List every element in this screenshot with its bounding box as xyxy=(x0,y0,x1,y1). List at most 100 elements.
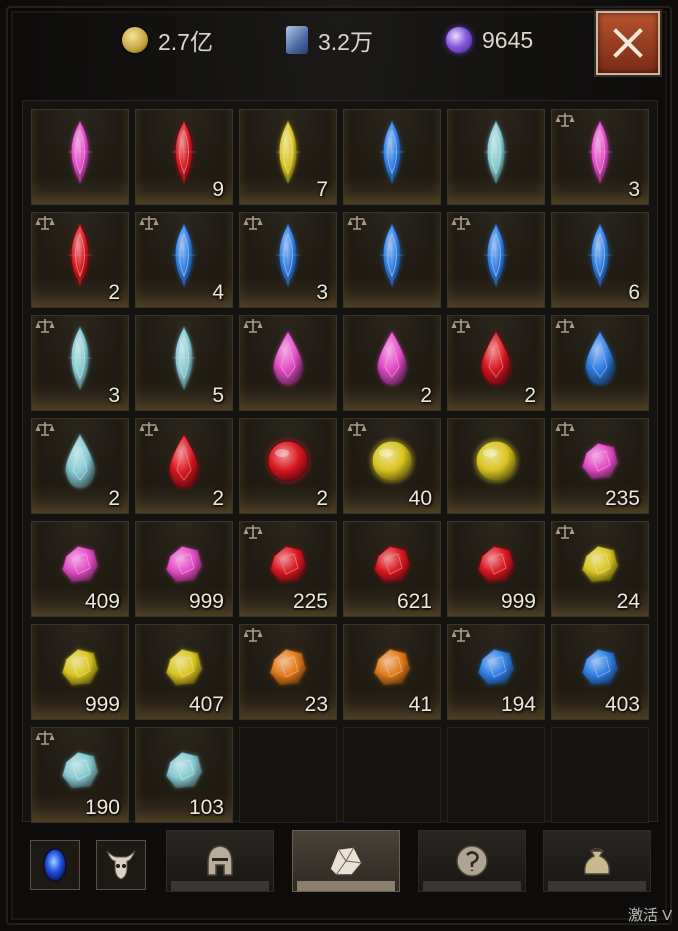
inventory-slot[interactable]: 24 xyxy=(551,521,649,617)
inventory-panel: 2.7亿 3.2万 9645 9 7 3 2 4 3 6 3 5 2 2 2 2… xyxy=(0,0,678,931)
inventory-slot[interactable] xyxy=(551,315,649,411)
item-quantity: 2 xyxy=(108,487,120,510)
cyan-teardrop-gem-icon xyxy=(64,433,96,489)
inventory-slot[interactable] xyxy=(343,212,441,308)
inventory-slot[interactable]: 2 xyxy=(31,212,129,308)
item-quantity: 103 xyxy=(188,796,224,819)
blue-marquise-gem-icon xyxy=(588,223,612,288)
inventory-slot[interactable]: 409 xyxy=(31,521,129,617)
gem-inventory-grid: 9 7 3 2 4 3 6 3 5 2 2 2 2 2 40 235 409 9… xyxy=(22,100,658,823)
inventory-slot[interactable]: 2 xyxy=(447,315,545,411)
inventory-slot[interactable] xyxy=(239,315,337,411)
tab-underline xyxy=(171,881,269,891)
inventory-slot[interactable]: 235 xyxy=(551,418,649,514)
inventory-slot[interactable]: 41 xyxy=(343,624,441,720)
red-marquise-gem-icon xyxy=(172,120,196,185)
inventory-slot[interactable] xyxy=(31,109,129,205)
blue-marquise-gem-icon xyxy=(276,223,300,288)
inventory-slot[interactable]: 2 xyxy=(135,418,233,514)
demon-button[interactable] xyxy=(96,840,146,890)
yellow-orb-gem-icon xyxy=(370,439,414,484)
inventory-slot[interactable]: 4 xyxy=(135,212,233,308)
inventory-slot[interactable]: 7 xyxy=(239,109,337,205)
tab-armor[interactable] xyxy=(166,830,274,892)
pink-marquise-gem-icon xyxy=(588,120,612,185)
item-quantity: 2 xyxy=(108,281,120,304)
inventory-slot[interactable]: 103 xyxy=(135,727,233,823)
inventory-slot[interactable]: 40 xyxy=(343,418,441,514)
item-quantity: 2 xyxy=(212,487,224,510)
tab-gems[interactable] xyxy=(292,830,400,892)
orb-amount: 9645 xyxy=(482,26,534,53)
inventory-slot[interactable] xyxy=(447,418,545,514)
scale-icon xyxy=(347,422,367,436)
inventory-slot[interactable]: 999 xyxy=(31,624,129,720)
scale-icon xyxy=(243,525,263,539)
pink-teardrop-gem-icon xyxy=(272,330,304,386)
tab-bag[interactable] xyxy=(543,830,651,892)
scale-icon xyxy=(555,113,575,127)
inventory-slot[interactable]: 3 xyxy=(239,212,337,308)
blue-marquise-gem-icon xyxy=(484,223,508,288)
yellow-orb-gem-icon xyxy=(474,439,518,484)
helmet-icon xyxy=(207,845,233,876)
inventory-slot[interactable]: 190 xyxy=(31,727,129,823)
inventory-slot[interactable]: 9 xyxy=(135,109,233,205)
item-quantity: 9 xyxy=(212,178,224,201)
watermark-text: 激活 V xyxy=(628,907,673,924)
inventory-slot[interactable]: 621 xyxy=(343,521,441,617)
item-quantity: 5 xyxy=(212,384,224,407)
gold-currency: 2.7亿 xyxy=(122,22,213,58)
item-quantity: 999 xyxy=(84,693,120,716)
item-quantity: 999 xyxy=(188,590,224,613)
cyan-rough-gem-icon xyxy=(61,751,99,789)
inventory-slot[interactable] xyxy=(447,212,545,308)
inventory-slot[interactable]: 2 xyxy=(31,418,129,514)
yellow-marquise-gem-icon xyxy=(276,120,300,185)
gem-icon xyxy=(329,846,363,876)
inventory-slot[interactable] xyxy=(447,109,545,205)
inventory-slot[interactable]: 403 xyxy=(551,624,649,720)
red-teardrop-gem-icon xyxy=(168,433,200,489)
tab-underline xyxy=(423,881,521,891)
scale-icon xyxy=(555,422,575,436)
item-quantity: 3 xyxy=(108,384,120,407)
inventory-slot[interactable]: 3 xyxy=(31,315,129,411)
scale-icon xyxy=(243,216,263,230)
orb-currency: 9645 xyxy=(446,22,533,58)
scale-icon xyxy=(243,319,263,333)
cyan-marquise-gem-icon xyxy=(68,326,92,391)
inventory-slot[interactable]: 2 xyxy=(239,418,337,514)
tab-underline xyxy=(548,881,646,891)
inventory-slot[interactable]: 2 xyxy=(343,315,441,411)
scale-icon xyxy=(451,319,471,333)
blue-marquise-gem-icon xyxy=(380,120,404,185)
pink-rough-gem-icon xyxy=(165,545,203,583)
inventory-slot[interactable] xyxy=(343,109,441,205)
inventory-slot[interactable]: 6 xyxy=(551,212,649,308)
blue-soulstone-icon xyxy=(43,848,67,882)
inventory-slot[interactable]: 3 xyxy=(551,109,649,205)
cyan-marquise-gem-icon xyxy=(484,120,508,185)
item-quantity: 2 xyxy=(420,384,432,407)
inventory-slot[interactable]: 23 xyxy=(239,624,337,720)
inventory-slot[interactable]: 194 xyxy=(447,624,545,720)
blue-marquise-gem-icon xyxy=(380,223,404,288)
soulstone-button[interactable] xyxy=(30,840,80,890)
scroll-icon xyxy=(286,26,308,54)
inventory-slot[interactable]: 5 xyxy=(135,315,233,411)
scale-icon xyxy=(35,422,55,436)
blue-marquise-gem-icon xyxy=(172,223,196,288)
empty-slot xyxy=(551,727,649,823)
inventory-slot[interactable]: 407 xyxy=(135,624,233,720)
inventory-slot[interactable]: 999 xyxy=(135,521,233,617)
tab-runes[interactable] xyxy=(418,830,526,892)
item-quantity: 3 xyxy=(628,178,640,201)
blue-rough-gem-icon xyxy=(477,648,515,686)
close-button[interactable] xyxy=(596,11,660,75)
pink-marquise-gem-icon xyxy=(68,120,92,185)
yellow-rough-gem-icon xyxy=(165,648,203,686)
inventory-slot[interactable]: 999 xyxy=(447,521,545,617)
inventory-slot[interactable]: 225 xyxy=(239,521,337,617)
item-quantity: 403 xyxy=(604,693,640,716)
